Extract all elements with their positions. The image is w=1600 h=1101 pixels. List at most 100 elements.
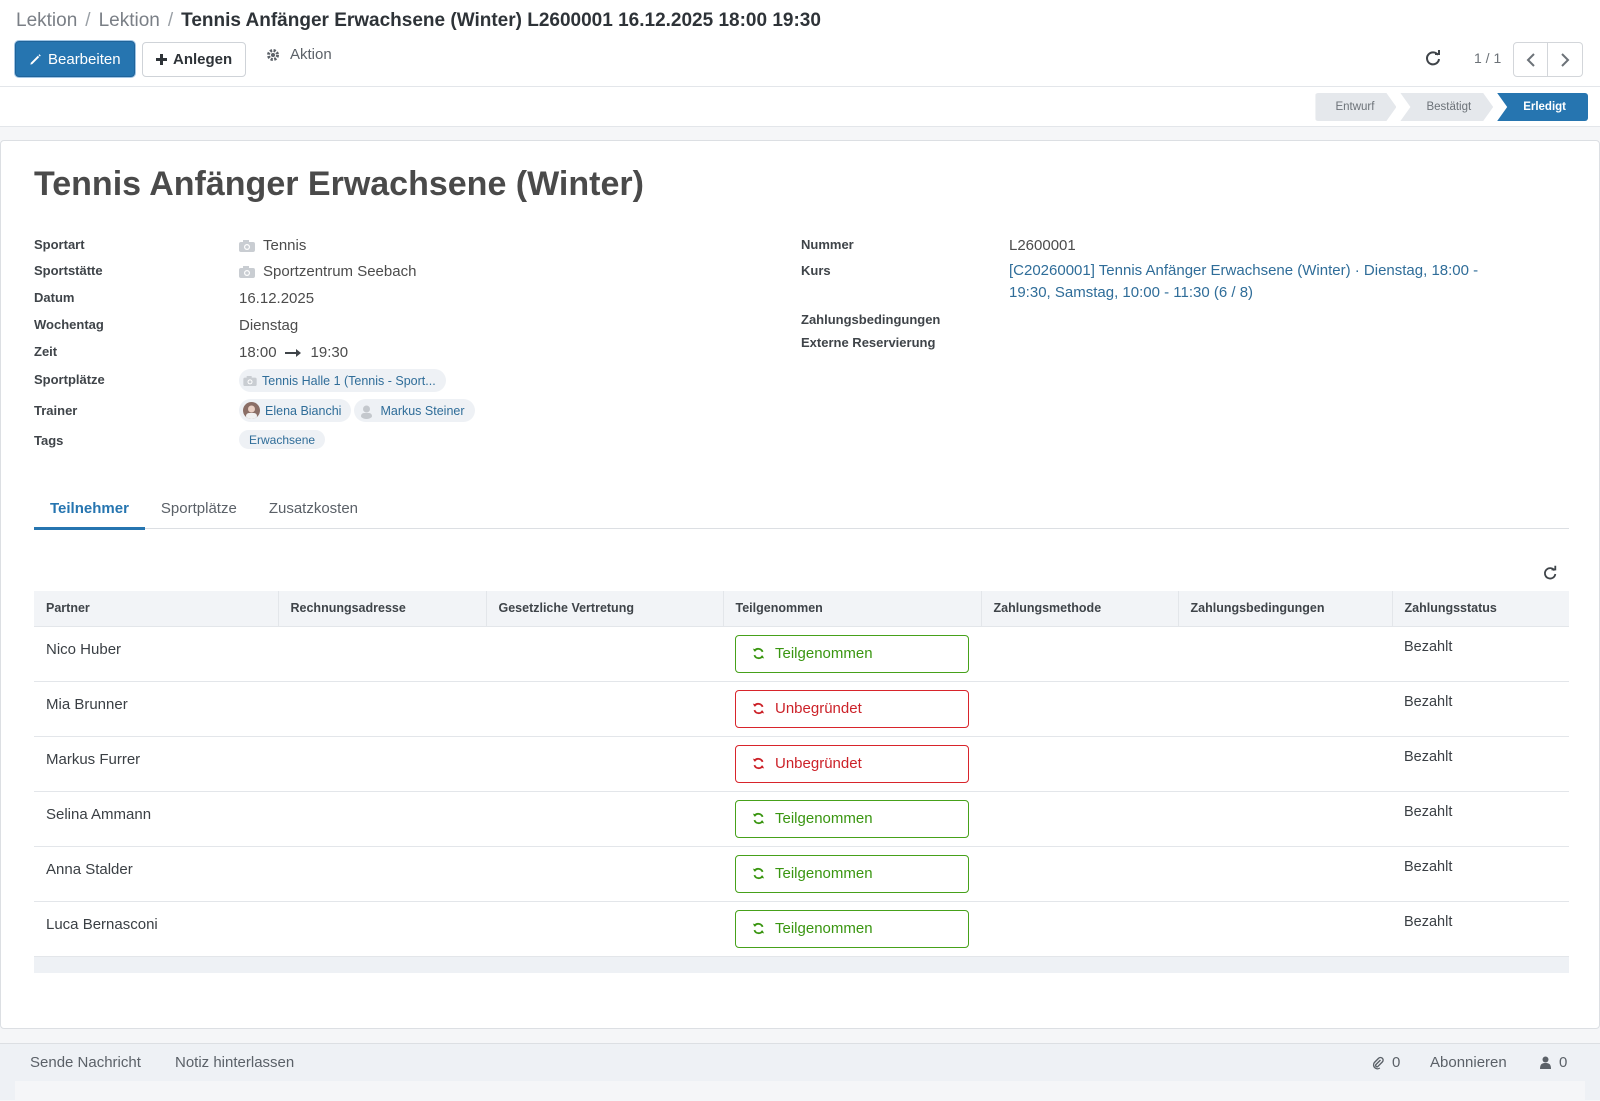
camera-icon (239, 265, 255, 278)
cell-invoice-address[interactable] (278, 901, 486, 957)
refresh-icon[interactable] (1542, 565, 1558, 581)
course-link-line2: 19:30, Samstag, 10:00 - 11:30 (6 / 8) (1009, 284, 1254, 301)
cell-payment-method[interactable] (981, 626, 1178, 682)
cell-invoice-address[interactable] (278, 846, 486, 902)
attendance-button[interactable]: Unbegründet (735, 689, 969, 728)
cell-invoice-address[interactable] (278, 791, 486, 847)
cell-payment-terms[interactable] (1178, 626, 1392, 682)
cell-payment-method[interactable] (981, 901, 1178, 957)
column-header-partner[interactable]: Partner (34, 591, 279, 627)
stage-done[interactable]: Erledigt (1497, 93, 1588, 121)
trainer-chip[interactable]: Elena Bianchi (239, 399, 352, 422)
cell-payment-terms[interactable] (1178, 846, 1392, 902)
cell-payment-terms[interactable] (1178, 791, 1392, 847)
cell-payment-method[interactable] (981, 681, 1178, 737)
field-value[interactable]: Sportzentrum Seebach (239, 263, 416, 280)
cell-payment-status: Bezahlt (1392, 626, 1569, 682)
create-button[interactable]: Anlegen (142, 42, 247, 77)
cell-partner[interactable]: Anna Stalder (34, 846, 278, 902)
cell-partner[interactable]: Mia Brunner (34, 681, 278, 737)
pager-next-button[interactable] (1548, 42, 1583, 77)
time-value[interactable]: 18:00 19:30 (239, 344, 348, 361)
followers-count: 0 (1559, 1054, 1568, 1071)
cell-legal-representative[interactable] (486, 846, 723, 902)
attendance-label: Teilgenommen (775, 645, 873, 662)
attendance-button[interactable]: Teilgenommen (735, 799, 969, 838)
cell-legal-representative[interactable] (486, 681, 723, 737)
tab-courts[interactable]: Sportplätze (145, 501, 253, 529)
date-value[interactable]: 16.12.2025 (239, 290, 314, 307)
send-message-button[interactable]: Sende Nachricht (30, 1054, 141, 1071)
cell-payment-method[interactable] (981, 846, 1178, 902)
action-menu-label: Aktion (290, 46, 332, 63)
column-header-invoice-address[interactable]: Rechnungsadresse (278, 591, 487, 627)
cell-legal-representative[interactable] (486, 736, 723, 792)
table-row[interactable]: Selina Ammann Teilgenommen Bezahlt (34, 791, 1569, 847)
stage-confirmed[interactable]: Bestätigt (1400, 93, 1493, 121)
field-weekday: Wochentag Dienstag (34, 317, 298, 334)
cell-payment-terms[interactable] (1178, 681, 1392, 737)
field-label: Nummer (801, 237, 854, 252)
followers-button[interactable]: 0 (1540, 1054, 1567, 1071)
cell-payment-terms[interactable] (1178, 901, 1392, 957)
statusbar: Entwurf Bestätigt Erledigt (0, 87, 1600, 127)
table-row[interactable]: Markus Furrer Unbegründet Bezahlt (34, 736, 1569, 792)
cell-partner[interactable]: Selina Ammann (34, 791, 278, 847)
column-header-payment-method[interactable]: Zahlungsmethode (981, 591, 1179, 627)
table-row[interactable]: Mia Brunner Unbegründet Bezahlt (34, 681, 1569, 737)
attachments-count: 0 (1392, 1054, 1401, 1071)
breadcrumb-item-lektion-1[interactable]: Lektion (16, 10, 77, 31)
field-label: Sportstätte (34, 263, 103, 278)
cell-payment-method[interactable] (981, 791, 1178, 847)
tab-extra-costs[interactable]: Zusatzkosten (253, 501, 374, 529)
cell-partner[interactable]: Markus Furrer (34, 736, 278, 792)
breadcrumb-item-lektion-2[interactable]: Lektion (99, 10, 160, 31)
stage-draft[interactable]: Entwurf (1315, 93, 1396, 121)
attendance-button[interactable]: Unbegründet (735, 744, 969, 783)
cell-legal-representative[interactable] (486, 791, 723, 847)
log-note-button[interactable]: Notiz hinterlassen (175, 1054, 294, 1071)
tag-chip[interactable]: Erwachsene (239, 430, 326, 449)
course-link[interactable]: [C20260001] Tennis Anfänger Erwachsene (… (1009, 260, 1478, 304)
cell-legal-representative[interactable] (486, 626, 723, 682)
attendance-button[interactable]: Teilgenommen (735, 854, 969, 893)
cell-payment-method[interactable] (981, 736, 1178, 792)
cell-attended: Teilgenommen (723, 791, 981, 847)
attendance-button[interactable]: Teilgenommen (735, 634, 969, 673)
avatar (358, 402, 376, 419)
column-header-legal-representative[interactable]: Gesetzliche Vertretung (486, 591, 724, 627)
cell-partner[interactable]: Nico Huber (34, 626, 278, 682)
attachments-button[interactable]: 0 (1372, 1054, 1400, 1071)
follow-button[interactable]: Abonnieren (1430, 1054, 1507, 1071)
table-row[interactable]: Anna Stalder Teilgenommen Bezahlt (34, 846, 1569, 902)
attendance-label: Teilgenommen (775, 865, 873, 882)
form-sheet: Tennis Anfänger Erwachsene (Winter) Spor… (0, 140, 1600, 1029)
field-value[interactable]: Tennis (239, 237, 306, 254)
cell-invoice-address[interactable] (278, 736, 486, 792)
refresh-icon[interactable] (1424, 49, 1442, 67)
column-header-payment-terms[interactable]: Zahlungsbedingungen (1178, 591, 1393, 627)
course-link-line1: [C20260001] Tennis Anfänger Erwachsene (… (1009, 262, 1479, 279)
column-header-attended[interactable]: Teilgenommen (723, 591, 982, 627)
court-chip[interactable]: Tennis Halle 1 (Tennis - Sport... (239, 369, 446, 392)
table-row[interactable]: Nico Huber Teilgenommen Bezahlt (34, 626, 1569, 682)
weekday-value: Dienstag (239, 317, 299, 334)
cell-payment-status: Bezahlt (1392, 681, 1569, 737)
edit-button[interactable]: Bearbeiten (15, 41, 135, 77)
cell-invoice-address[interactable] (278, 626, 486, 682)
stage-pipeline: Entwurf Bestätigt Erledigt (1311, 93, 1588, 121)
tab-participants[interactable]: Teilnehmer (34, 501, 145, 530)
table-row[interactable]: Luca Bernasconi Teilgenommen Bezahlt (34, 901, 1569, 957)
attendance-label: Teilgenommen (775, 810, 873, 827)
column-header-payment-status[interactable]: Zahlungsstatus (1392, 591, 1569, 627)
trainer-chip[interactable]: Markus Steiner (354, 399, 475, 422)
cell-invoice-address[interactable] (278, 681, 486, 737)
cell-payment-terms[interactable] (1178, 736, 1392, 792)
pager-value[interactable]: 1 / 1 (1474, 50, 1501, 66)
cell-partner[interactable]: Luca Bernasconi (34, 901, 278, 957)
attendance-button[interactable]: Teilgenommen (735, 909, 969, 948)
pager-previous-button[interactable] (1513, 42, 1548, 77)
cell-legal-representative[interactable] (486, 901, 723, 957)
breadcrumb-separator: / (167, 10, 174, 31)
action-menu[interactable]: Aktion (266, 46, 332, 63)
